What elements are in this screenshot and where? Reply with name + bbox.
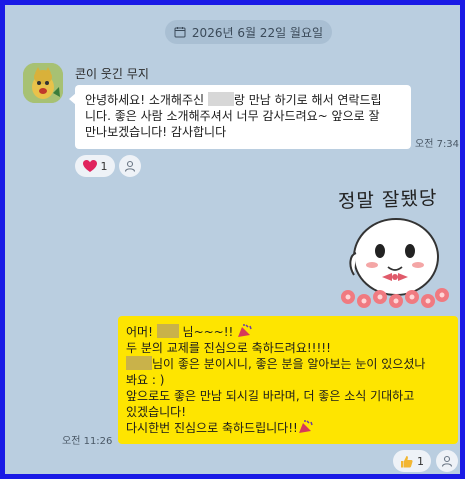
message-text: 안녕하세요! 소개해주신 xyxy=(85,93,208,107)
add-reaction-button[interactable] xyxy=(119,155,141,177)
message-line: 봐요 : ) xyxy=(126,373,165,387)
message-text: 어머! xyxy=(126,325,157,339)
person-icon xyxy=(124,160,136,172)
heart-icon xyxy=(82,159,97,172)
message-text: 님~~~!! xyxy=(178,325,234,339)
message-line: 어머! 님~~~!! xyxy=(126,324,450,340)
party-popper-icon xyxy=(238,324,252,337)
ghost-sticker-icon xyxy=(341,218,449,308)
date-text: 2026년 6월 22일 월요일 xyxy=(191,25,324,40)
message-text: 다시한번 진심으로 축하드립니다!! xyxy=(126,421,298,435)
date-divider: 2026년 6월 22일 월요일 xyxy=(165,20,332,44)
redacted-name xyxy=(156,324,179,338)
outgoing-message-bubble[interactable]: 어머! 님~~~!! 두 분의 교제를 진심으로 축하드려요!!!!! 님이 좋… xyxy=(118,316,458,444)
message-line: 안녕하세요! 소개해주신 랑 만남 하기로 해서 연락드립 xyxy=(85,92,401,108)
redacted-name xyxy=(207,92,234,106)
chat-window: 2026년 6월 22일 월요일 콘이 웃긴 무지 안녕하세요! 소개해주신 랑… xyxy=(0,0,465,479)
avatar[interactable] xyxy=(23,63,63,103)
message-line: 있겠습니다! xyxy=(126,405,187,419)
character-avatar-icon xyxy=(23,63,63,103)
redacted-name xyxy=(126,356,152,370)
person-icon xyxy=(441,455,453,467)
reaction-chip[interactable]: 1 xyxy=(75,155,115,177)
message-line: 두 분의 교제를 진심으로 축하드려요!!!!! xyxy=(126,341,331,355)
incoming-message-bubble[interactable]: 안녕하세요! 소개해주신 랑 만남 하기로 해서 연락드립 니다. 좋은 사람 … xyxy=(69,85,411,149)
reaction-chip[interactable]: 1 xyxy=(393,450,431,472)
message-line: 다시한번 진심으로 축하드립니다!! xyxy=(126,420,450,436)
message-text: 님이 좋은 분이시니, 좋은 분을 알아보는 눈이 있으셨나 xyxy=(152,357,426,371)
message-time: 오전 7:34 xyxy=(415,139,460,150)
message-line: 니다. 좋은 사람 소개해주셔서 너무 감사드려요~ 앞으로 잘 xyxy=(85,109,380,123)
message-time: 오전 11:26 xyxy=(62,436,113,447)
message-line: 앞으로도 좋은 만남 되시길 바라며, 더 좋은 소식 기대하고 xyxy=(126,389,415,403)
reaction-count: 1 xyxy=(417,454,424,468)
reaction-count: 1 xyxy=(100,159,108,173)
message-line: 님이 좋은 분이시니, 좋은 분을 알아보는 눈이 있으셨나 xyxy=(126,356,450,372)
sticker-image[interactable]: 정말 잘됐당 xyxy=(330,185,458,311)
add-reaction-button[interactable] xyxy=(436,450,458,472)
thumbs-up-icon xyxy=(401,455,413,467)
calendar-icon xyxy=(174,27,186,38)
message-text: 랑 만남 하기로 해서 연락드립 xyxy=(233,93,382,107)
sender-name: 콘이 웃긴 무지 xyxy=(75,67,149,81)
party-popper-icon xyxy=(298,420,313,433)
message-line: 만나보겠습니다! 감사합니다 xyxy=(85,125,227,139)
